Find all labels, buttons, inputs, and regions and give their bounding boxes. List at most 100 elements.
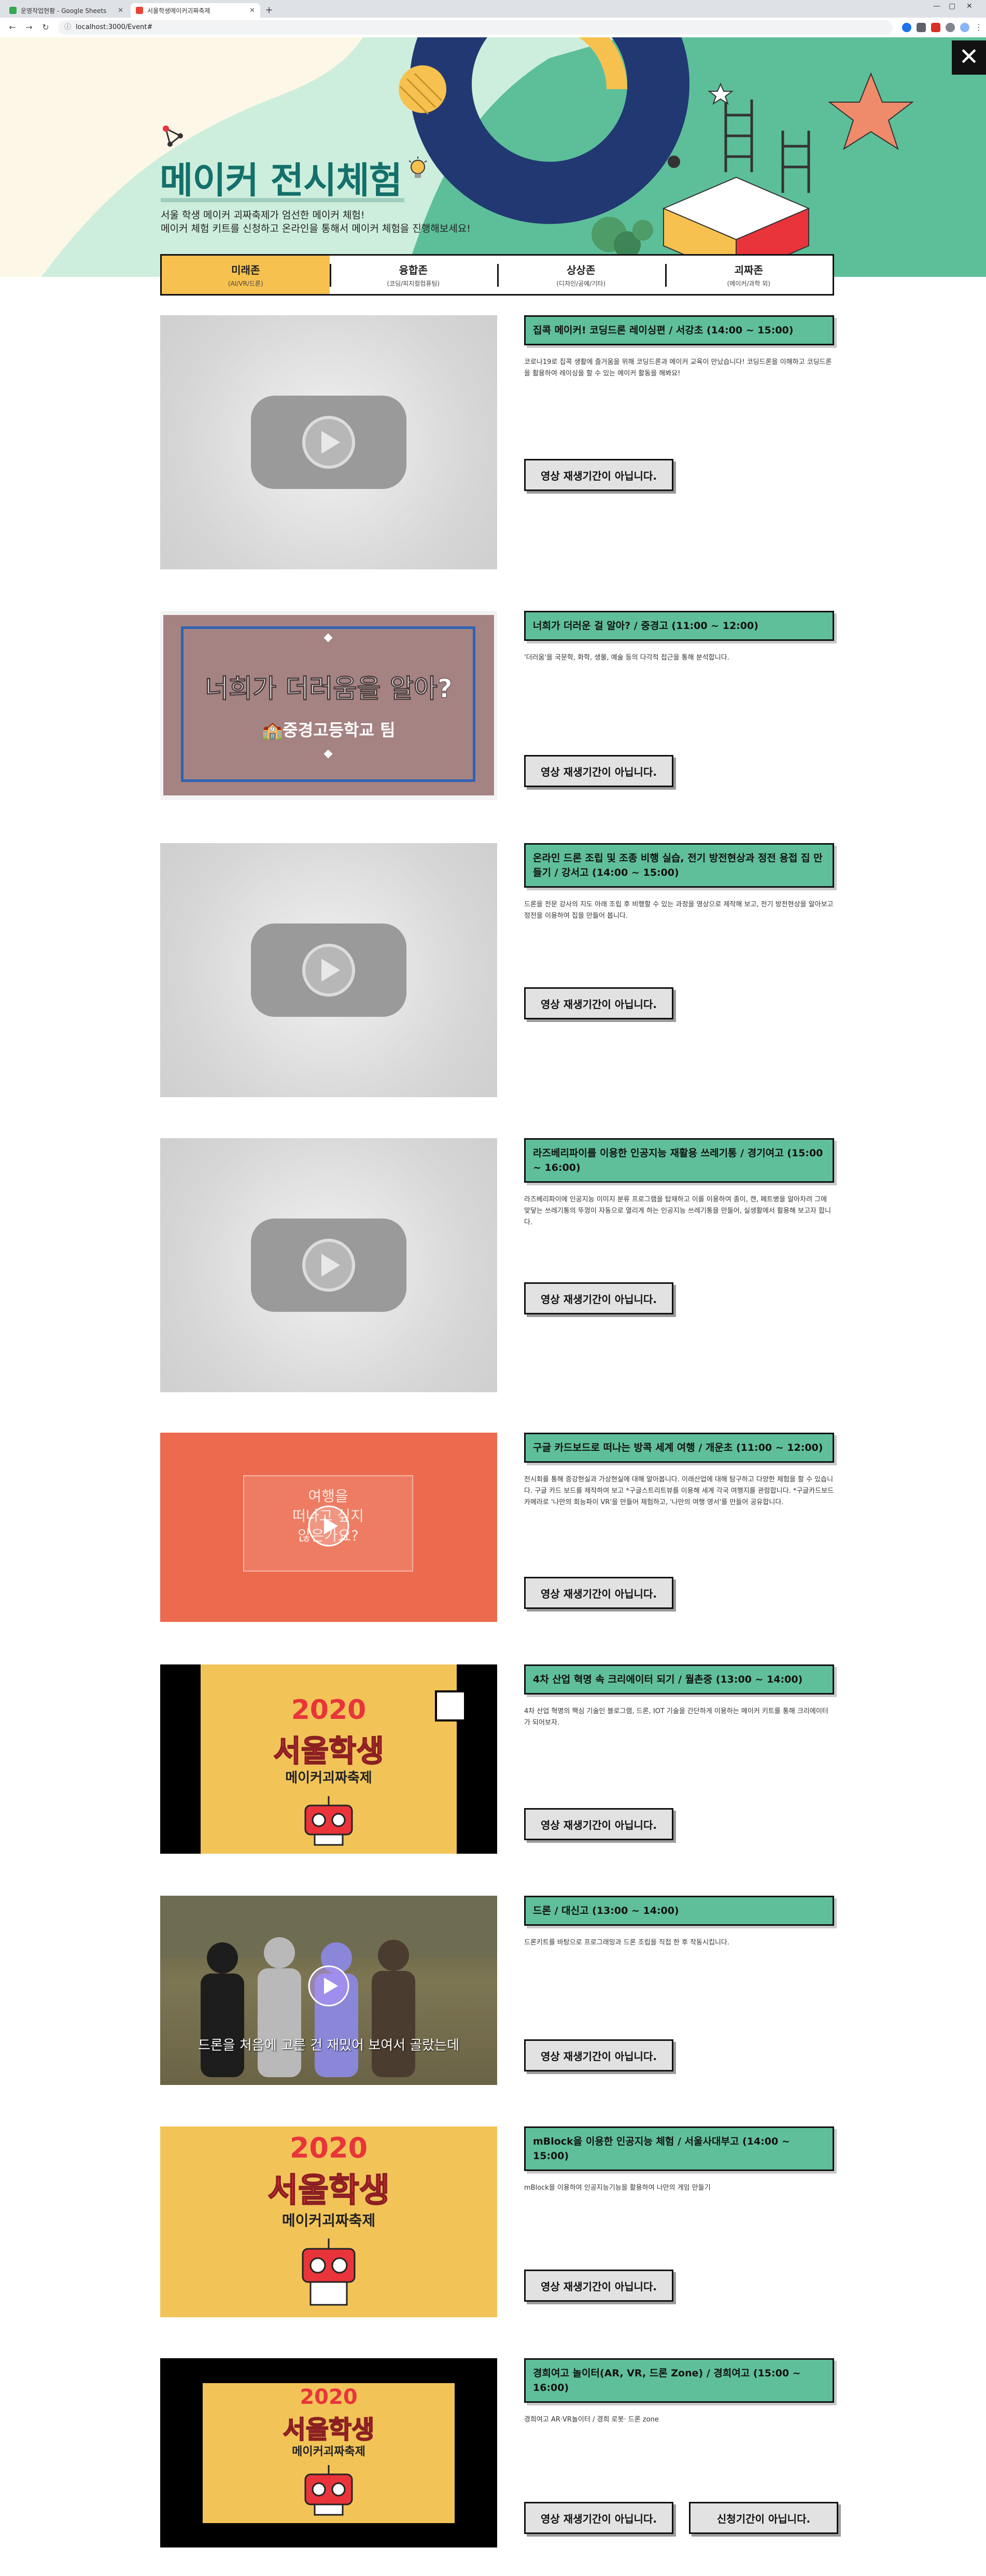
exhibit-title: 너희가 더러운 걸 알아? / 중경고 (11:00 ~ 12:00) <box>524 611 834 641</box>
play-icon[interactable] <box>307 1504 350 1548</box>
exhibit-description: 전시회를 통해 증강현실과 가상현실에 대해 알아봅니다. 이래산업에 대해 탐… <box>524 1476 834 1506</box>
button-row: 영상 재생기간이 아닙니다. <box>524 2270 673 2302</box>
exhibit-description: 드론을 전문 강사의 지도 아래 조립 후 비행할 수 있는 과정을 영상으로 … <box>524 901 834 920</box>
exhibit-title: 4차 산업 혁명 속 크리에이터 되기 / 월촌중 (13:00 ~ 14:00… <box>524 1664 834 1695</box>
exhibit-description: 코로나19로 집콕 생활에 즐거움을 위해 코딩드론과 메이커 교육이 만났습니… <box>524 358 832 377</box>
zone-name: 미래존 <box>231 264 260 276</box>
extension-icon[interactable] <box>902 23 911 32</box>
zone-name: 상상존 <box>567 264 596 276</box>
exhibit-title: 라즈베리파이를 이용한 인공지능 재활용 쓰레기통 / 경기여고 (15:00 … <box>524 1138 834 1183</box>
window-close-icon[interactable]: ✕ <box>966 2 973 10</box>
poster-subtitle: 메이커괴짜축제 <box>292 2445 365 2458</box>
exhibit-title: 구글 카드보드로 떠나는 방콕 세계 여행 / 개운초 (11:00 ~ 12:… <box>524 1433 834 1463</box>
zone-sub: (디자인/공예/기타) <box>556 280 606 287</box>
video-unavailable-button[interactable]: 영상 재생기간이 아닙니다. <box>524 459 673 491</box>
video-unavailable-button[interactable]: 영상 재생기간이 아닙니다. <box>524 2502 673 2534</box>
new-tab-button[interactable]: + <box>263 5 275 16</box>
reload-icon[interactable]: ↻ <box>39 22 52 33</box>
browser-tab-festival[interactable]: 서울학생메이커괴짜축제 ✕ <box>131 3 260 18</box>
qr-code <box>435 1690 466 1721</box>
video-unavailable-button[interactable]: 영상 재생기간이 아닙니다. <box>524 1808 673 1840</box>
video-thumbnail[interactable] <box>160 843 497 1097</box>
menu-dots-icon[interactable]: ⋮ <box>973 22 985 33</box>
exhibit-title: 드론 / 대신고 (13:00 ~ 14:00) <box>524 1896 834 1926</box>
minimize-icon[interactable]: — <box>933 2 940 10</box>
zone-sub: (AI/VR/드론) <box>228 280 263 287</box>
video-thumbnail[interactable]: 너희가 더러움을 알아? 🏫중경고등학교 팀 <box>160 611 497 800</box>
button-row: 영상 재생기간이 아닙니다. <box>524 2039 673 2071</box>
extensions-puzzle-icon[interactable] <box>946 23 955 32</box>
robot-icon <box>304 1796 353 1846</box>
video-thumbnail[interactable]: 여행을 떠나고 싶지 않은가요? <box>160 1433 497 1622</box>
extension-icon[interactable] <box>917 23 926 32</box>
browser-tab-sheets[interactable]: 운영작업현황 - Google Sheets ✕ <box>4 3 129 18</box>
video-thumbnail[interactable]: 드론을 처음에 고른 건 재밌어 보여서 골랐는데 <box>160 1896 497 2085</box>
thumbnail-title: 너희가 더러움을 알아? <box>205 674 453 704</box>
exhibit-description: 라즈베리파이에 인공지능 이미지 분류 프로그램을 탑재하고 이를 이용하여 종… <box>524 1196 831 1226</box>
button-row: 영상 재생기간이 아닙니다. 신청기간이 아닙니다. <box>524 2502 838 2534</box>
tab-fusion-zone[interactable]: 융합존 (코딩/피지컬컴퓨팅) <box>329 256 498 294</box>
zone-tabs: 미래존 (AI/VR/드론) 융합존 (코딩/피지컬컴퓨팅) 상상존 (디자인/… <box>160 254 834 296</box>
video-unavailable-button[interactable]: 영상 재생기간이 아닙니다. <box>524 755 673 787</box>
poster-year: 2020 <box>289 2132 368 2164</box>
maximize-icon[interactable]: ▢ <box>949 2 955 10</box>
poster-title: 서울학생 <box>283 2415 375 2445</box>
browser-toolbar: ← → ↻ ⓘ localhost:3000/Event# ⋮ <box>0 18 986 38</box>
address-bar[interactable]: ⓘ localhost:3000/Event# <box>58 20 893 35</box>
close-button[interactable]: ✕ <box>952 40 986 75</box>
exhibit-title: 집콕 메이커! 코딩드론 레이싱편 / 서강초 (14:00 ~ 15:00) <box>524 315 834 345</box>
poster-year: 2020 <box>291 1695 367 1726</box>
tab-title: 서울학생메이커괴짜축제 <box>147 7 210 15</box>
video-unavailable-button[interactable]: 영상 재생기간이 아닙니다. <box>524 2270 673 2302</box>
maker-logo-icon <box>163 125 183 147</box>
video-caption: 드론을 처음에 고른 건 재밌어 보여서 골랐는데 <box>198 2038 460 2053</box>
video-unavailable-button[interactable]: 영상 재생기간이 아닙니다. <box>524 2039 673 2071</box>
tab-imagination-zone[interactable]: 상상존 (디자인/공예/기타) <box>497 256 665 294</box>
button-row: 영상 재생기간이 아닙니다. <box>524 987 673 1019</box>
exhibit-panel: mBlock을 이용한 인공지능 체험 / 서울사대부고 (14:00 ~ 15… <box>524 2126 834 2302</box>
video-placeholder-icon <box>251 1219 406 1312</box>
extension-icon[interactable] <box>931 23 940 32</box>
video-thumbnail[interactable] <box>160 315 497 569</box>
button-row: 영상 재생기간이 아닙니다. <box>524 755 673 787</box>
video-placeholder-icon <box>251 923 406 1017</box>
tab-geek-zone[interactable]: 괴짜존 (메이커/과학 외) <box>665 256 833 294</box>
exhibit-title: 경희여고 놀이터(AR, VR, 드론 Zone) / 경희여고 (15:00 … <box>524 2358 834 2403</box>
tab-future-zone[interactable]: 미래존 (AI/VR/드론) <box>162 256 330 294</box>
close-tab-icon[interactable]: ✕ <box>249 7 255 15</box>
exhibit-panel: 드론 / 대신고 (13:00 ~ 14:00) 드론키트를 바탕으로 프로그래… <box>524 1896 834 2071</box>
exhibit-description: 경희여고 AR·VR놀이터 / 경희 로봇· 드론 zone <box>524 2416 659 2424</box>
exhibit-description: 드론키트를 바탕으로 프로그래밍과 드론 조립을 직접 한 후 작동시킵니다. <box>524 1939 729 1947</box>
zone-name: 괴짜존 <box>734 264 763 276</box>
video-unavailable-button[interactable]: 영상 재생기간이 아닙니다. <box>524 987 673 1019</box>
exhibit-panel: 너희가 더러운 걸 알아? / 중경고 (11:00 ~ 12:00) '더러움… <box>524 611 834 787</box>
video-unavailable-button[interactable]: 영상 재생기간이 아닙니다. <box>524 1577 673 1609</box>
application-unavailable-button[interactable]: 신청기간이 아닙니다. <box>689 2502 838 2534</box>
zone-name: 융합존 <box>399 264 428 276</box>
poster-subtitle: 메이커괴짜축제 <box>281 2212 376 2229</box>
exhibit-panel: 라즈베리파이를 이용한 인공지능 재활용 쓰레기통 / 경기여고 (15:00 … <box>524 1138 834 1314</box>
poster-title: 서울학생 <box>273 1733 384 1769</box>
lightbulb-icon <box>409 157 427 178</box>
video-unavailable-button[interactable]: 영상 재생기간이 아닙니다. <box>524 1282 673 1314</box>
button-row: 영상 재생기간이 아닙니다. <box>524 1808 673 1840</box>
site-info-icon[interactable]: ⓘ <box>64 20 71 35</box>
exhibit-description: '더러움'을 국문학, 화학, 생물, 예술 등의 다각적 접근을 통해 분석합… <box>524 654 729 662</box>
video-thumbnail[interactable]: 2020 서울학생 메이커괴짜축제 <box>160 2126 497 2317</box>
school-emblem-icon: 🏫 <box>262 720 283 740</box>
profile-avatar[interactable] <box>960 23 969 32</box>
thumbnail-subtitle-text: 중경고등학교 팀 <box>283 720 396 740</box>
exhibit-panel: 집콕 메이커! 코딩드론 레이싱편 / 서강초 (14:00 ~ 15:00) … <box>524 315 834 491</box>
robot-icon <box>304 2465 353 2516</box>
forward-icon[interactable]: → <box>23 22 35 33</box>
close-tab-icon[interactable]: ✕ <box>118 7 123 15</box>
hero-description: 서울 학생 메이커 괴짜축제가 엄선한 메이커 체험! 메이커 체험 키트를 신… <box>161 208 471 235</box>
play-icon[interactable] <box>307 1964 350 2008</box>
video-thumbnail[interactable]: 2020 서울학생 메이커괴짜축제 <box>160 2358 497 2547</box>
video-thumbnail[interactable] <box>160 1138 497 1392</box>
video-thumbnail[interactable]: 2020 서울학생 메이커괴짜축제 <box>160 1664 497 1854</box>
back-icon[interactable]: ← <box>6 22 19 33</box>
browser-tab-strip: 운영작업현황 - Google Sheets ✕ 서울학생메이커괴짜축제 ✕ +… <box>0 0 986 18</box>
exhibit-description: 4차 산업 혁명의 핵심 기술인 블로그램, 드론, IOT 기술을 간단하게 … <box>524 1707 828 1727</box>
exhibit-panel: 경희여고 놀이터(AR, VR, 드론 Zone) / 경희여고 (15:00 … <box>524 2358 838 2534</box>
